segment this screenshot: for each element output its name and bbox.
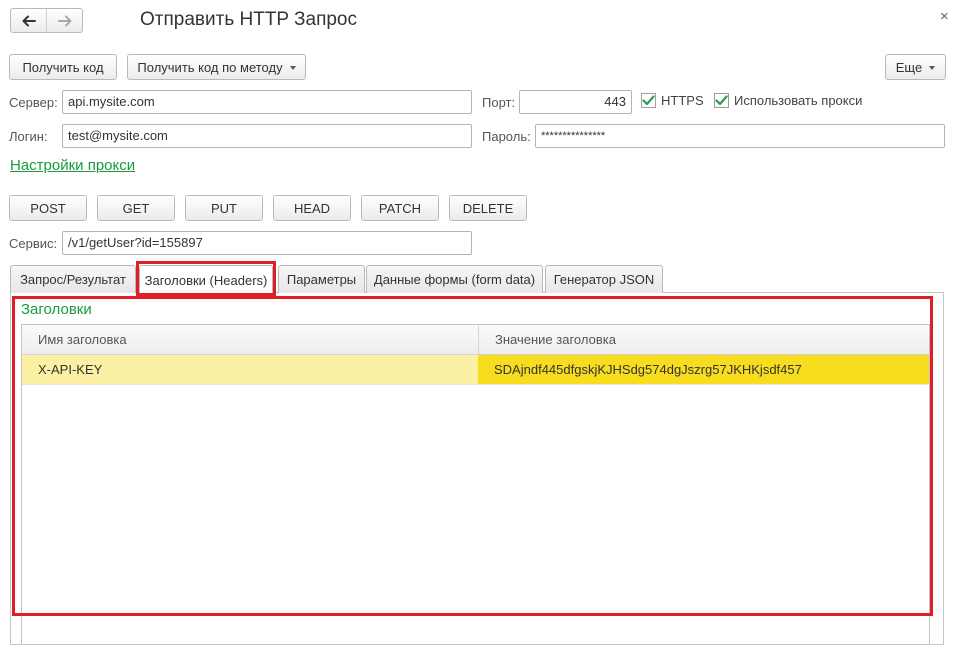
- close-icon[interactable]: ×: [940, 8, 949, 25]
- login-label: Логин:: [9, 129, 48, 144]
- more-button[interactable]: Еще: [885, 54, 946, 80]
- tab-form-data[interactable]: Данные формы (form data): [366, 265, 543, 293]
- method-patch-button[interactable]: PATCH: [361, 195, 439, 221]
- table-header: Имя заголовка Значение заголовка: [22, 325, 929, 355]
- checkbox-box[interactable]: [641, 93, 656, 108]
- password-label: Пароль:: [482, 129, 531, 144]
- back-button[interactable]: [11, 9, 46, 32]
- tab-label: Генератор JSON: [553, 272, 655, 287]
- method-label: DELETE: [462, 200, 514, 216]
- service-label: Сервис:: [9, 236, 58, 251]
- tab-json-generator[interactable]: Генератор JSON: [545, 265, 663, 293]
- more-label: Еще: [895, 59, 923, 75]
- get-code-by-method-label: Получить код по методу: [137, 59, 283, 75]
- proxy-settings-link[interactable]: Настройки прокси: [10, 157, 135, 174]
- checkmark-icon: [715, 95, 728, 106]
- service-field[interactable]: /v1/getUser?id=155897: [62, 231, 472, 255]
- method-label: PUT: [211, 200, 237, 216]
- https-label: HTTPS: [661, 93, 704, 108]
- tab-request-result[interactable]: Запрос/Результат: [10, 265, 136, 293]
- forward-button[interactable]: [46, 9, 82, 32]
- method-post-button[interactable]: POST: [9, 195, 87, 221]
- method-label: PATCH: [378, 200, 422, 216]
- port-field[interactable]: 443: [519, 90, 632, 114]
- use-proxy-label: Использовать прокси: [734, 93, 863, 108]
- port-label: Порт:: [482, 95, 516, 110]
- tab-parameters[interactable]: Параметры: [278, 265, 365, 293]
- login-field[interactable]: test@mysite.com: [62, 124, 472, 148]
- arrow-left-icon: [22, 15, 36, 26]
- chevron-down-icon: [289, 66, 296, 70]
- column-divider: [478, 325, 479, 355]
- tab-label: Параметры: [286, 272, 357, 287]
- navigation-buttons: [10, 8, 83, 33]
- header-name-cell[interactable]: X-API-KEY: [22, 355, 478, 384]
- row-divider: [22, 384, 929, 385]
- tab-label: Заголовки (Headers): [144, 272, 268, 288]
- method-label: GET: [122, 200, 150, 216]
- table-row[interactable]: X-API-KEY SDAjndf445dfgskjKJHSdg574dgJsz…: [22, 355, 929, 384]
- tab-label: Данные формы (form data): [373, 272, 536, 287]
- get-code-label: Получить код: [22, 59, 104, 75]
- column-header-value[interactable]: Значение заголовка: [495, 325, 616, 355]
- tab-label: Запрос/Результат: [20, 272, 126, 287]
- headers-table: Имя заголовка Значение заголовка X-API-K…: [21, 324, 930, 645]
- server-label: Сервер:: [9, 95, 58, 110]
- window-title: Отправить HTTP Запрос: [140, 9, 357, 30]
- method-label: HEAD: [293, 200, 331, 216]
- server-field[interactable]: api.mysite.com: [62, 90, 472, 114]
- headers-section-title: Заголовки: [21, 301, 92, 318]
- method-get-button[interactable]: GET: [97, 195, 175, 221]
- method-head-button[interactable]: HEAD: [273, 195, 351, 221]
- password-field[interactable]: ***************: [535, 124, 945, 148]
- get-code-button[interactable]: Получить код: [9, 54, 117, 80]
- method-put-button[interactable]: PUT: [185, 195, 263, 221]
- https-checkbox[interactable]: HTTPS: [641, 93, 704, 108]
- use-proxy-checkbox[interactable]: Использовать прокси: [714, 93, 862, 108]
- get-code-by-method-button[interactable]: Получить код по методу: [127, 54, 306, 80]
- method-label: POST: [30, 200, 66, 216]
- checkbox-box[interactable]: [714, 93, 729, 108]
- arrow-right-icon: [57, 15, 71, 26]
- checkmark-icon: [642, 95, 655, 106]
- method-delete-button[interactable]: DELETE: [449, 195, 527, 221]
- tab-headers[interactable]: Заголовки (Headers): [139, 265, 273, 294]
- header-value-cell[interactable]: SDAjndf445dfgskjKJHSdg574dgJszrg57JKHKjs…: [478, 355, 929, 384]
- chevron-down-icon: [929, 66, 936, 70]
- column-header-name[interactable]: Имя заголовка: [38, 325, 127, 355]
